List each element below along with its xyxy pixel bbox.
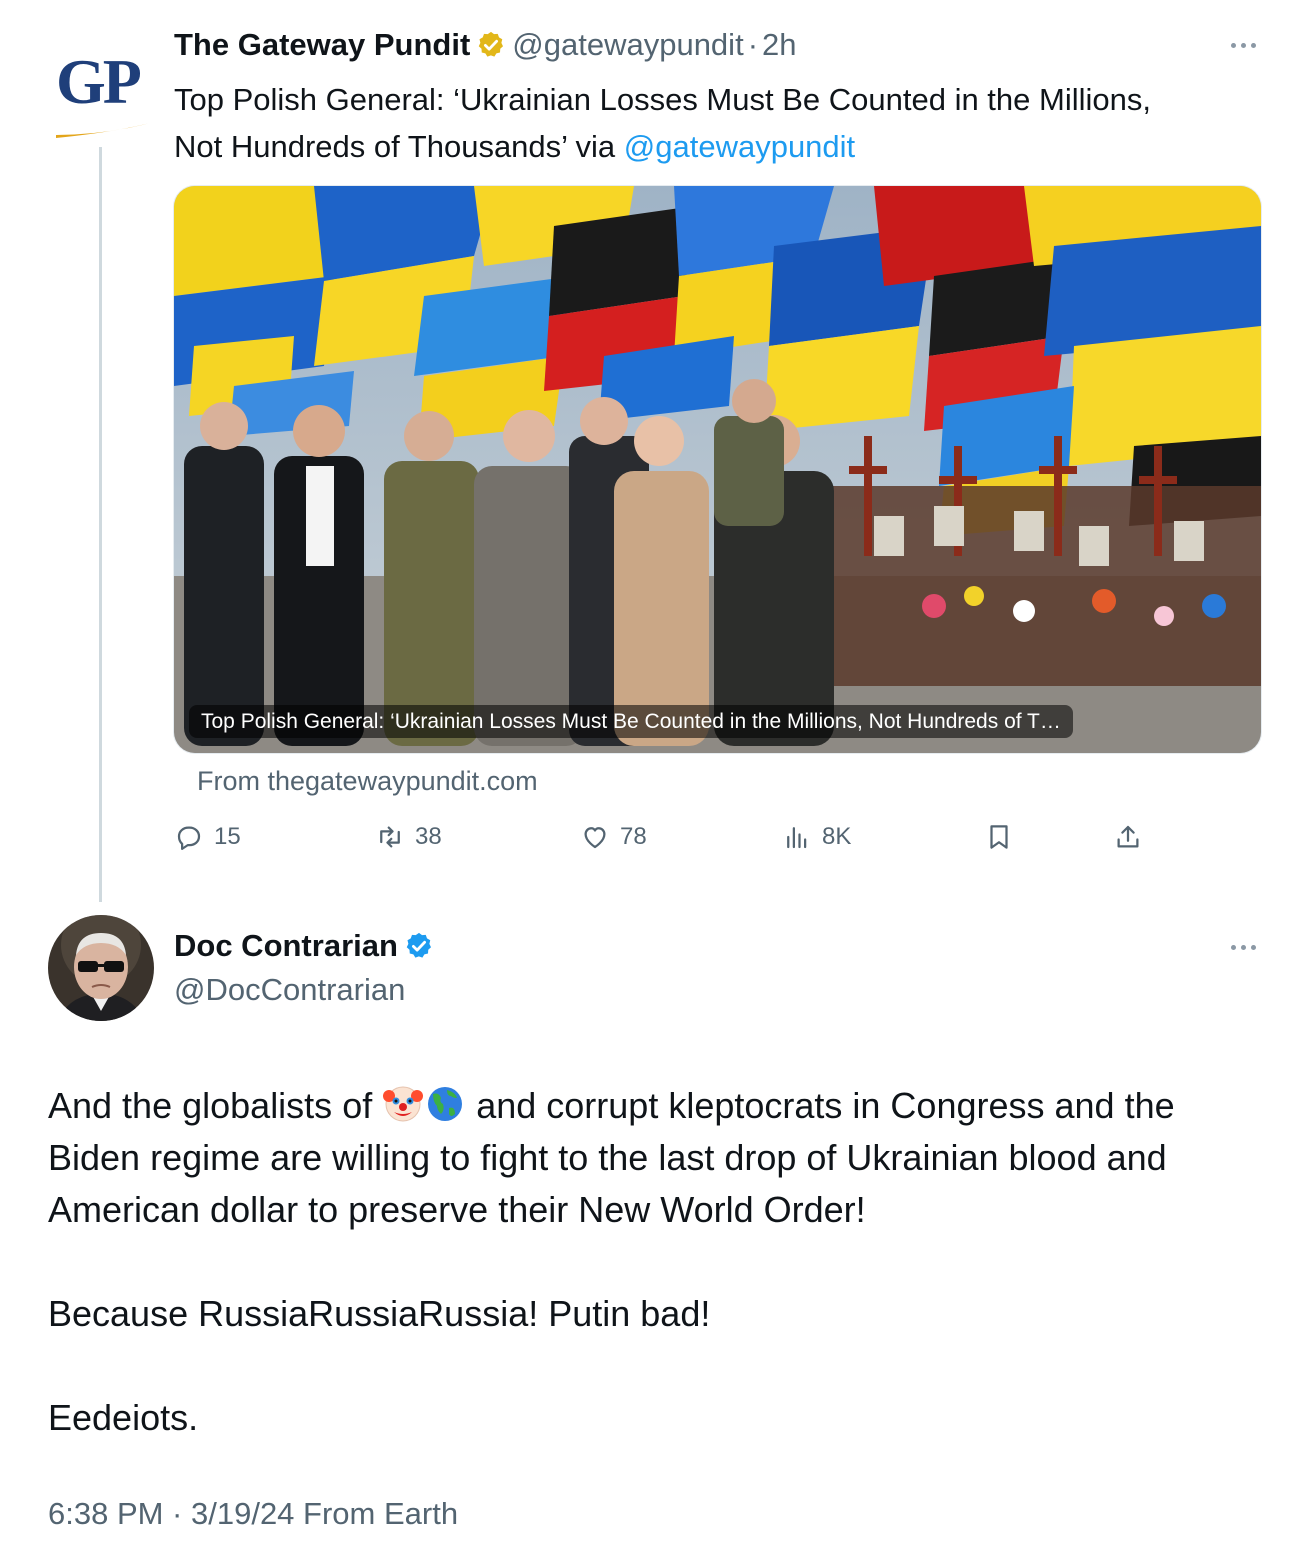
main-more-options-icon[interactable] [1223, 940, 1263, 954]
globe-americas-icon [428, 1087, 463, 1121]
like-button[interactable]: 78 [580, 817, 647, 857]
quoted-timestamp[interactable]: 2h [762, 27, 796, 63]
header-separator: · [747, 27, 759, 62]
heart-icon [584, 827, 606, 849]
views-button[interactable]: 8K [782, 817, 851, 857]
blue-verified-badge-icon [406, 932, 431, 958]
quoted-text-line2: Not Hundreds of Thousands’ via @gatewayp… [174, 123, 1264, 170]
share-icon [1117, 825, 1139, 848]
avatar-logo-letters: GP [56, 46, 142, 117]
like-count: 78 [620, 823, 647, 850]
tweet-timestamp-footer[interactable]: 6:38 PM · 3/19/24 From Earth [48, 1494, 458, 1534]
card-image [174, 186, 1261, 753]
views-chart-icon [787, 827, 807, 849]
thread-connector-line [99, 147, 102, 902]
retweet-count: 38 [415, 823, 442, 850]
main-author-handle[interactable]: @DocContrarian [174, 972, 405, 1008]
quoted-more-options-icon[interactable] [1223, 38, 1263, 52]
tweet-paragraph-2: Because RussiaRussiaRussia! Putin bad! [48, 1293, 711, 1334]
doc-contrarian-avatar[interactable] [48, 915, 154, 1021]
retweet-button[interactable]: 38 [375, 817, 442, 857]
quoted-handle[interactable]: @gatewaypundit [512, 27, 743, 63]
tweet-paragraph-1: And the globalists of and corrupt klepto… [48, 1080, 1268, 1236]
views-count: 8K [822, 823, 852, 850]
quoted-text-line2-prefix: Not Hundreds of Thousands’ via [174, 129, 624, 164]
mention-link[interactable]: @gatewaypundit [624, 129, 855, 164]
reply-count: 15 [214, 823, 241, 850]
reply-icon [177, 826, 201, 850]
card-source-domain[interactable]: From thegatewaypundit.com [197, 764, 538, 798]
quoted-author-name[interactable]: The Gateway Pundit [174, 27, 470, 63]
quoted-text-line1: Top Polish General: ‘Ukrainian Losses Mu… [174, 82, 1151, 117]
clown-face-icon [383, 1086, 424, 1122]
quoted-tweet-header: The Gateway Pundit @gatewaypundit · 2h [174, 27, 797, 63]
card-caption: Top Polish General: ‘Ukrainian Losses Mu… [189, 705, 1073, 738]
tweet-paragraph-3: Eedeiots. [48, 1397, 199, 1438]
gold-verified-badge-icon [479, 31, 504, 57]
bookmark-icon [990, 825, 1008, 849]
avatar-logo-swoosh [56, 122, 154, 138]
share-button[interactable] [1113, 817, 1153, 857]
paragraph1-start: And the globalists of [48, 1085, 383, 1126]
link-card[interactable] [173, 185, 1262, 754]
retweet-icon [380, 826, 400, 848]
quoted-tweet-text: Top Polish General: ‘Ukrainian Losses Mu… [174, 76, 1264, 170]
bookmark-button[interactable] [984, 817, 1024, 857]
main-author-name[interactable]: Doc Contrarian [174, 928, 398, 964]
avatar-portrait [48, 915, 154, 1021]
main-tweet-author: Doc Contrarian [174, 928, 440, 964]
gateway-pundit-avatar[interactable]: GP [48, 40, 158, 140]
main-tweet-text: And the globalists of and corrupt klepto… [48, 1080, 1268, 1444]
reply-button[interactable]: 15 [174, 817, 241, 857]
